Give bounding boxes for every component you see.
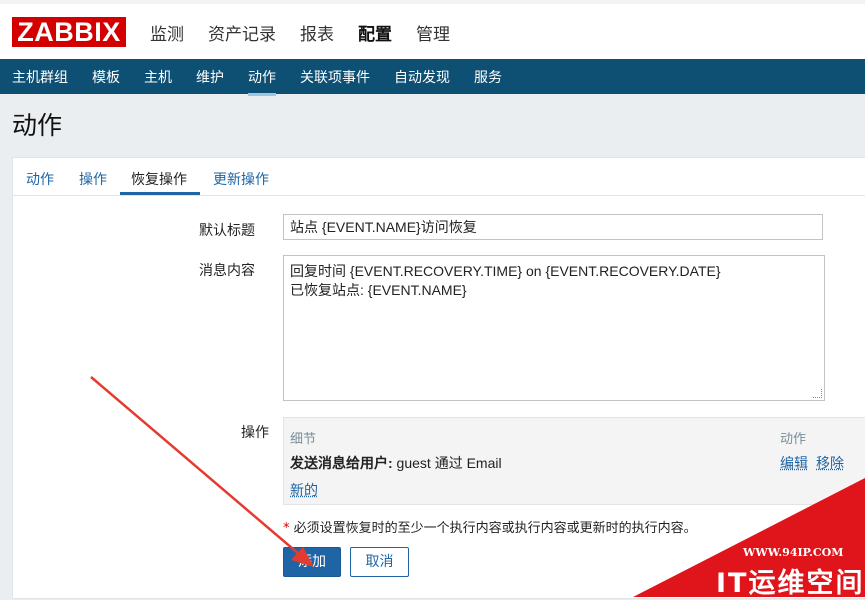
watermark-triangle-icon: [633, 478, 865, 597]
watermark-site: WWW.94IP.COM: [743, 546, 844, 559]
watermark-text: IT运维空间: [716, 568, 865, 599]
